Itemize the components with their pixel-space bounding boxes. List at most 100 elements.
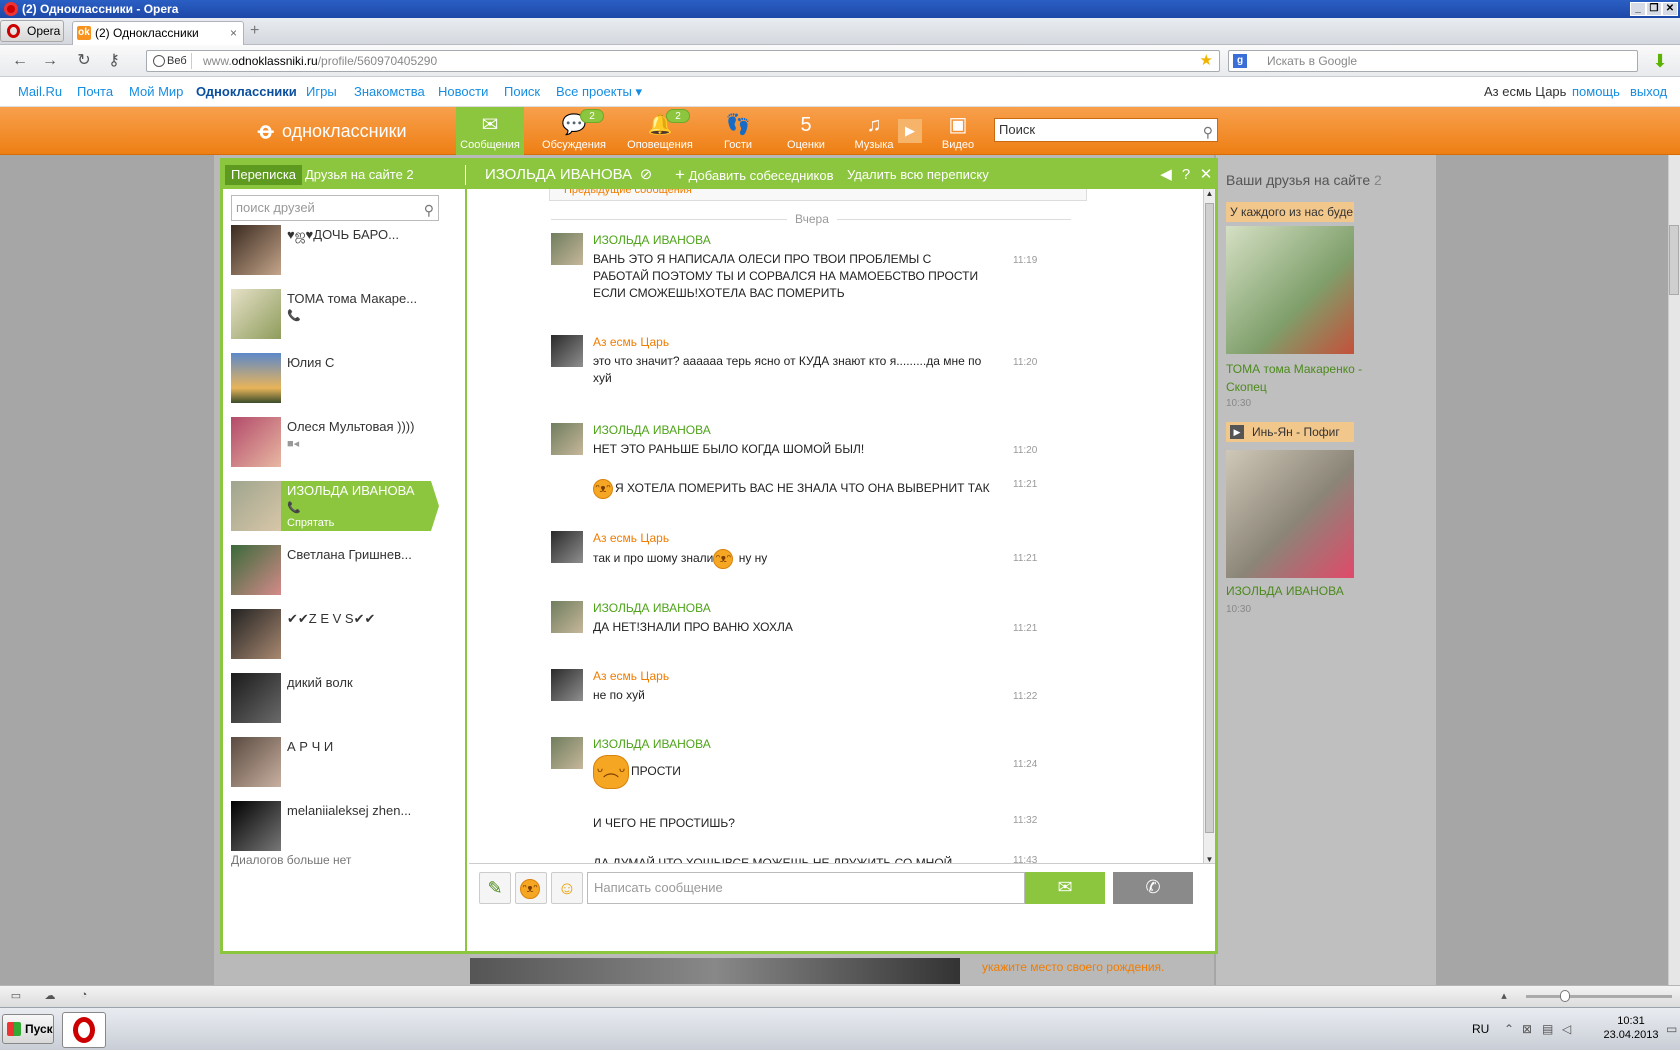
search-icon[interactable]: ⚲ — [1203, 121, 1213, 143]
dialog-item[interactable]: Светлана Гришнев... — [231, 545, 461, 603]
back-button[interactable]: ← — [10, 51, 30, 71]
message-author[interactable]: ИЗОЛЬДА ИВАНОВА — [593, 423, 711, 437]
minimize-button[interactable]: _ — [1630, 2, 1646, 16]
message-input[interactable]: Написать сообщение — [587, 872, 1025, 904]
zoom-fit-icon[interactable]: ▴ — [1496, 989, 1512, 1003]
video-thumbnail[interactable] — [470, 958, 960, 984]
zoom-slider[interactable] — [1526, 995, 1672, 998]
close-window-button[interactable]: ✕ — [1662, 2, 1678, 16]
link-logout[interactable]: выход — [1630, 77, 1667, 107]
add-participants-button[interactable]: + Добавить собеседников — [675, 161, 833, 189]
link-pochta[interactable]: Почта — [77, 77, 113, 107]
opera-unite-icon[interactable]: ☁ — [42, 989, 58, 1003]
clock-date: 23.04.2013 — [1603, 1029, 1659, 1041]
delete-all-button[interactable]: Удалить всю переписку — [847, 161, 989, 189]
pen-icon[interactable]: ✎ — [479, 872, 511, 904]
forward-button[interactable]: → — [40, 51, 60, 71]
dialog-item[interactable]: ТОМА тома Макаре... 📞 — [231, 289, 461, 347]
page-scrollbar-thumb[interactable] — [1669, 225, 1679, 295]
dialog-item-active[interactable]: ИЗОЛЬДА ИВАНОВА 📞 Спрятать — [231, 481, 439, 531]
message-author[interactable]: Аз есмь Царь — [593, 669, 669, 683]
panel-toggle-icon[interactable]: ▭ — [8, 989, 24, 1003]
ok-search-input[interactable]: Поиск ⚲ — [994, 118, 1218, 142]
dialog-item[interactable]: Юлия С — [231, 353, 461, 411]
music-play-button[interactable]: ▶ — [898, 119, 922, 143]
scroll-up-arrow-icon[interactable]: ▲ — [1205, 189, 1214, 201]
opera-taskbar-button[interactable] — [62, 1012, 106, 1048]
avatar — [551, 531, 583, 563]
download-icon[interactable]: ⬇ — [1650, 51, 1670, 71]
friend-name-link[interactable]: ИЗОЛЬДА ИВАНОВА — [1226, 582, 1386, 600]
google-search-field[interactable]: g Искать в Google — [1228, 50, 1638, 72]
link-poisk[interactable]: Поиск — [504, 77, 540, 107]
chat-scrollbar[interactable]: ▲ ▼ — [1203, 189, 1215, 869]
link-all-projects[interactable]: Все проекты ▾ — [556, 77, 642, 107]
dialog-item[interactable]: melaniialeksej zhen... — [231, 801, 461, 859]
message-author[interactable]: ИЗОЛЬДА ИВАНОВА — [593, 737, 711, 751]
search-icon[interactable]: ⚲ — [424, 198, 434, 222]
link-odnoklassniki[interactable]: Одноклассники — [196, 77, 297, 107]
volume-icon[interactable]: ◁ — [1562, 1022, 1576, 1036]
nav-discussions[interactable]: 💬 2 Обсуждения — [540, 107, 608, 155]
sound-icon[interactable]: ◀ — [1157, 161, 1175, 189]
dialog-item[interactable]: ✔✔Z E V S✔✔ — [231, 609, 461, 667]
link-moy-mir[interactable]: Мой Мир — [129, 77, 183, 107]
start-button[interactable]: Пуск — [2, 1014, 54, 1044]
opera-menu-button[interactable]: Opera — [0, 20, 64, 42]
language-indicator[interactable]: RU — [1472, 1022, 1489, 1036]
message-author[interactable]: ИЗОЛЬДА ИВАНОВА — [593, 233, 711, 247]
link-novosti[interactable]: Новости — [438, 77, 488, 107]
play-icon[interactable]: ▶ — [1230, 425, 1244, 439]
close-messenger-icon[interactable]: ✕ — [1197, 161, 1215, 189]
message-author[interactable]: Аз есмь Царь — [593, 531, 669, 545]
previous-messages-link[interactable]: Предыдущие сообщения — [549, 189, 1087, 201]
current-user-name[interactable]: Аз есмь Царь — [1484, 77, 1566, 107]
zoom-slider-handle[interactable] — [1560, 990, 1570, 1002]
link-znakomstva[interactable]: Знакомства — [354, 77, 425, 107]
browser-tab[interactable]: ok (2) Одноклассники × — [72, 21, 244, 45]
tab-close-icon[interactable]: × — [230, 22, 237, 44]
nav-video[interactable]: ▣ Видео — [924, 107, 992, 155]
ok-logo[interactable]: ꝋ одноклассники — [256, 117, 407, 145]
chat-scrollbar-thumb[interactable] — [1205, 203, 1214, 833]
tab-friends-online[interactable]: Друзья на сайте 2 — [299, 165, 420, 185]
hide-dialog-link[interactable]: Спрятать — [287, 517, 334, 529]
dialog-item[interactable]: ♥ஜ♥ДОЧЬ БАРО... — [231, 225, 461, 283]
link-igry[interactable]: Игры — [306, 77, 337, 107]
friend-photo[interactable] — [1226, 450, 1354, 578]
safely-remove-icon[interactable]: ⊠ — [1522, 1022, 1536, 1036]
clock[interactable]: 10:31 23.04.2013 — [1596, 1014, 1666, 1042]
help-icon[interactable]: ? — [1177, 161, 1195, 189]
wand-key-icon[interactable]: ⚷ — [104, 51, 124, 71]
send-button[interactable]: ✉ — [1025, 872, 1105, 904]
smiley-icon[interactable]: ☺ — [551, 872, 583, 904]
link-help[interactable]: помощь — [1572, 77, 1620, 107]
nav-messages[interactable]: ✉ Сообщения — [456, 107, 524, 155]
dialog-item[interactable]: А Р Ч И — [231, 737, 461, 795]
message-author[interactable]: Аз есмь Царь — [593, 335, 669, 349]
tab-dialogs[interactable]: Переписка — [225, 165, 303, 185]
maximize-button[interactable]: ❐ — [1646, 2, 1662, 16]
call-button[interactable]: ✆ — [1113, 872, 1193, 904]
friend-search-input[interactable]: поиск друзей ⚲ — [231, 195, 439, 221]
address-field[interactable]: Веб www.odnoklassniki.ru/profile/5609704… — [146, 50, 1220, 72]
bookmark-star-icon[interactable]: ★ — [1200, 51, 1213, 71]
friend-photo[interactable] — [1226, 226, 1354, 354]
network-icon[interactable]: ▤ — [1542, 1022, 1556, 1036]
link-mailru[interactable]: Mail.Ru — [18, 77, 62, 107]
block-icon[interactable]: ⊘ — [637, 161, 655, 189]
birthplace-link[interactable]: укажите место своего рождения. — [982, 960, 1164, 974]
dialog-item[interactable]: Олеся Мультовая )))) ■◂ — [231, 417, 461, 475]
show-desktop-icon[interactable]: ▭ — [1666, 1022, 1680, 1036]
message-author[interactable]: ИЗОЛЬДА ИВАНОВА — [593, 601, 711, 615]
nav-ratings[interactable]: 5 Оценки — [772, 107, 840, 155]
nav-guests[interactable]: 👣 Гости — [704, 107, 772, 155]
animated-smiley-button[interactable]: ᵔᴥᵔ — [515, 872, 547, 904]
dialog-item[interactable]: дикий волк — [231, 673, 461, 731]
friend-name-link[interactable]: ТОМА тома Макаренко - Скопец — [1226, 360, 1386, 396]
turbo-icon[interactable]: ◔ — [76, 989, 92, 1003]
reload-button[interactable]: ↻ — [74, 51, 94, 71]
new-tab-button[interactable]: + — [250, 23, 266, 40]
nav-notifications[interactable]: 🔔 2 Оповещения — [626, 107, 694, 155]
tray-expand-icon[interactable]: ⌃ — [1504, 1022, 1518, 1036]
